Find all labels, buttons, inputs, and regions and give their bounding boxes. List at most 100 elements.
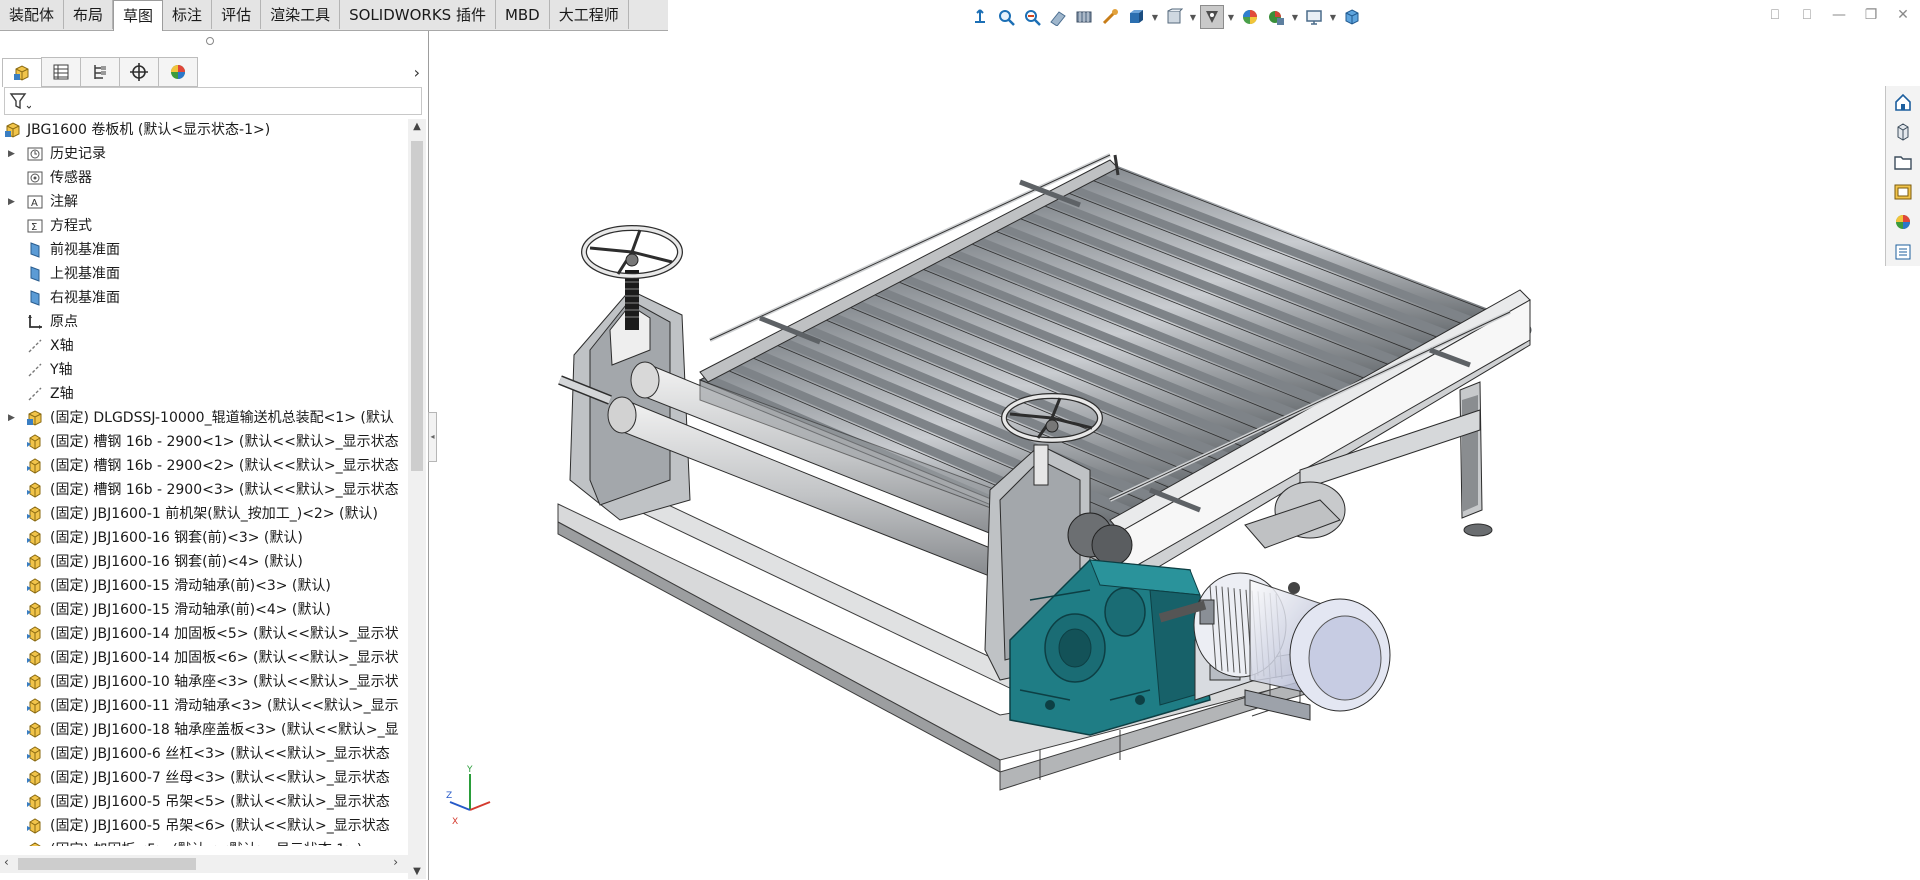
close-button[interactable]: ✕	[1894, 4, 1912, 26]
property-manager-tab-icon[interactable]	[41, 57, 80, 87]
panel-left-icon[interactable]: ⎕	[1766, 4, 1784, 26]
expand-arrow-icon[interactable]: ▶	[8, 406, 18, 430]
previous-view-icon[interactable]	[1020, 5, 1044, 29]
tree-node[interactable]: (固定) 槽钢 16b - 2900<3> (默认<<默认>_显示状态	[0, 478, 408, 502]
equation-icon: Σ	[26, 217, 44, 235]
tree-node[interactable]: 右视基准面	[0, 286, 408, 310]
plane-icon	[26, 289, 44, 307]
tab-3[interactable]: 标注	[163, 0, 213, 29]
zoom-to-area-icon[interactable]	[994, 5, 1018, 29]
appearance-dropdown[interactable]: ▼	[1226, 13, 1236, 22]
tree-node[interactable]: (固定) JBJ1600-6 丝杠<3> (默认<<默认>_显示状态	[0, 742, 408, 766]
tree-node[interactable]: ▶ 历史记录	[0, 142, 408, 166]
part-icon	[26, 673, 44, 691]
plane-icon	[26, 265, 44, 283]
tree-node[interactable]: ▶ (固定) DLGDSSJ-10000_辊道输送机总装配<1> (默认	[0, 406, 408, 430]
tree-node[interactable]: (固定) JBJ1600-7 丝母<3> (默认<<默认>_显示状态	[0, 766, 408, 790]
tab-7[interactable]: MBD	[495, 0, 550, 29]
home-icon[interactable]	[1888, 88, 1918, 116]
tree-node[interactable]: (固定) JBJ1600-16 钢套(前)<4> (默认)	[0, 550, 408, 574]
edit-appearance-icon[interactable]	[1200, 5, 1224, 29]
scroll-left-icon[interactable]: ‹	[4, 855, 9, 869]
part-icon	[26, 697, 44, 715]
custom-properties-icon[interactable]	[1888, 238, 1918, 266]
view-settings-dropdown[interactable]: ▼	[1290, 13, 1300, 22]
view-cube-icon[interactable]	[1340, 5, 1364, 29]
tree-node[interactable]: (固定) JBJ1600-15 滑动轴承(前)<3> (默认)	[0, 574, 408, 598]
restore-button[interactable]: ❐	[1862, 4, 1880, 26]
dimxpert-tab-icon[interactable]	[119, 57, 158, 87]
monitor-dropdown[interactable]: ▼	[1328, 13, 1338, 22]
tree-horizontal-scrollbar[interactable]: ‹ ›	[0, 855, 408, 873]
tree-node[interactable]: JBG1600 卷板机 (默认<显示状态-1>)	[0, 118, 408, 142]
design-library-icon[interactable]	[1888, 118, 1918, 146]
expand-arrow-icon[interactable]: ▶	[8, 142, 18, 166]
tree-node-label: 传感器	[50, 170, 92, 186]
panel-right-icon[interactable]: ⎕	[1798, 4, 1816, 26]
panel-next-arrow-icon[interactable]: ›	[414, 63, 420, 82]
appearances-icon[interactable]	[1888, 208, 1918, 236]
file-explorer-icon[interactable]	[1888, 148, 1918, 176]
feature-manager-tab-icon[interactable]	[2, 57, 41, 87]
minimize-button[interactable]: —	[1830, 4, 1848, 26]
tree-node[interactable]: (固定) JBJ1600-1 前机架(默认_按加工_)<2> (默认)	[0, 502, 408, 526]
tree-node-label: (固定) JBJ1600-10 轴承座<3> (默认<<默认>_显示状	[50, 674, 399, 690]
expand-arrow-icon[interactable]: ▶	[8, 190, 18, 214]
tab-1[interactable]: 布局	[64, 0, 114, 29]
tree-node[interactable]: Σ 方程式	[0, 214, 408, 238]
panel-grip-icon[interactable]	[206, 37, 214, 45]
tree-node[interactable]: (固定) JBJ1600-10 轴承座<3> (默认<<默认>_显示状	[0, 670, 408, 694]
tree-node-label: JBG1600 卷板机 (默认<显示状态-1>)	[27, 122, 271, 138]
hscroll-thumb[interactable]	[18, 858, 196, 870]
configuration-manager-tab-icon[interactable]	[80, 57, 119, 87]
tree-node[interactable]: (固定) 加固板<5> (默认<<默认>_显示状态 1>)	[0, 838, 408, 846]
view-settings-icon[interactable]	[1264, 5, 1288, 29]
hide-show-dropdown[interactable]: ▼	[1188, 13, 1198, 22]
monitor-icon[interactable]	[1302, 5, 1326, 29]
tree-node[interactable]: (固定) JBJ1600-5 吊架<6> (默认<<默认>_显示状态	[0, 814, 408, 838]
tree-node[interactable]: Z轴	[0, 382, 408, 406]
tree-node[interactable]: X轴	[0, 334, 408, 358]
tree-node[interactable]: 上视基准面	[0, 262, 408, 286]
scroll-thumb[interactable]	[411, 141, 423, 471]
tree-filter-field[interactable]	[4, 87, 422, 115]
tree-node[interactable]: ▶ A 注解	[0, 190, 408, 214]
view-orientation-icon[interactable]	[1098, 5, 1122, 29]
zoom-to-fit-icon[interactable]	[968, 5, 992, 29]
tree-node[interactable]: 原点	[0, 310, 408, 334]
display-style-icon[interactable]	[1124, 5, 1148, 29]
tab-5[interactable]: 渲染工具	[261, 0, 341, 29]
tree-node[interactable]: (固定) 槽钢 16b - 2900<1> (默认<<默认>_显示状态	[0, 430, 408, 454]
tree-node[interactable]: (固定) JBJ1600-5 吊架<5> (默认<<默认>_显示状态	[0, 790, 408, 814]
tree-node[interactable]: 传感器	[0, 166, 408, 190]
tab-8[interactable]: 大工程师	[549, 0, 629, 29]
tree-node[interactable]: (固定) JBJ1600-16 钢套(前)<3> (默认)	[0, 526, 408, 550]
part-icon	[26, 505, 44, 523]
tree-node[interactable]: (固定) 槽钢 16b - 2900<2> (默认<<默认>_显示状态	[0, 454, 408, 478]
tree-node[interactable]: (固定) JBJ1600-11 滑动轴承<3> (默认<<默认>_显示	[0, 694, 408, 718]
scroll-down-icon[interactable]: ▼	[408, 866, 426, 877]
display-style-dropdown[interactable]: ▼	[1150, 13, 1160, 22]
tree-node[interactable]: 前视基准面	[0, 238, 408, 262]
tree-node-label: (固定) 加固板<5> (默认<<默认>_显示状态 1>)	[50, 838, 362, 846]
tree-vertical-scrollbar[interactable]: ▲ ▼	[408, 119, 426, 879]
tree-node[interactable]: (固定) JBJ1600-18 轴承座盖板<3> (默认<<默认>_显	[0, 718, 408, 742]
view-palette-icon[interactable]	[1888, 178, 1918, 206]
tree-node[interactable]: (固定) JBJ1600-14 加固板<5> (默认<<默认>_显示状	[0, 622, 408, 646]
hide-show-items-icon[interactable]	[1162, 5, 1186, 29]
dynamic-annotation-icon[interactable]	[1072, 5, 1096, 29]
scroll-up-icon[interactable]: ▲	[408, 121, 426, 132]
tree-node[interactable]: (固定) JBJ1600-14 加固板<6> (默认<<默认>_显示状	[0, 646, 408, 670]
tab-4[interactable]: 评估	[212, 0, 262, 29]
scroll-right-icon[interactable]: ›	[393, 855, 398, 869]
section-view-icon[interactable]	[1046, 5, 1070, 29]
tab-6[interactable]: SOLIDWORKS 插件	[340, 0, 496, 29]
apply-scene-icon[interactable]	[1238, 5, 1262, 29]
tab-2[interactable]: 草图	[113, 0, 164, 31]
tree-node[interactable]: (固定) JBJ1600-15 滑动轴承(前)<4> (默认)	[0, 598, 408, 622]
tab-0[interactable]: 装配体	[0, 0, 65, 29]
display-manager-tab-icon[interactable]	[158, 57, 198, 87]
graphics-viewport[interactable]	[430, 31, 1886, 880]
tree-node[interactable]: Y轴	[0, 358, 408, 382]
part-icon	[26, 721, 44, 739]
